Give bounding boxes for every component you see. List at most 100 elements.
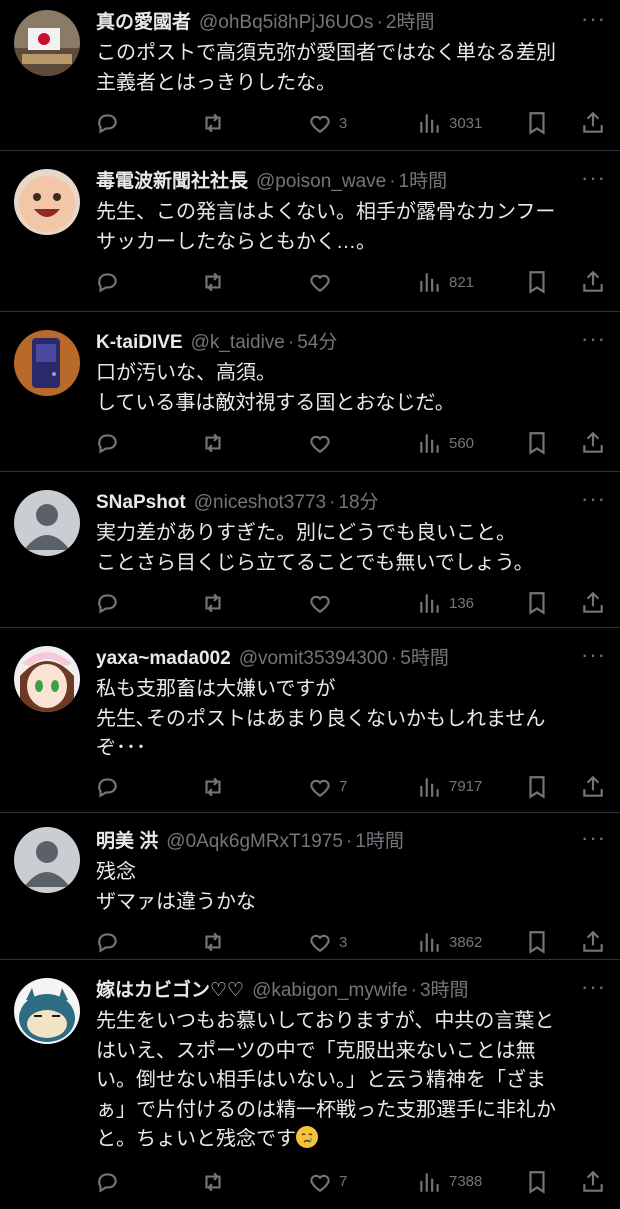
- more-options-icon[interactable]: ···: [581, 825, 606, 851]
- view-count: 3862: [449, 933, 483, 951]
- repost-button[interactable]: [200, 269, 226, 295]
- like-button[interactable]: 7: [307, 1169, 347, 1195]
- tweet[interactable]: 明美 洪 @0Aqk6gMRxT1975 · 1時間 ··· 残念 ザマァは違う…: [0, 813, 620, 960]
- more-options-icon[interactable]: ···: [581, 6, 606, 32]
- user-handle[interactable]: @vomit35394300: [239, 644, 388, 674]
- tweet[interactable]: K-taiDIVE @k_taidive · 54分 ··· 口が汚いな、高須。…: [0, 312, 620, 472]
- views-button[interactable]: 821: [417, 269, 474, 295]
- avatar[interactable]: [14, 827, 80, 893]
- display-name[interactable]: 明美 洪: [96, 827, 158, 857]
- views-button[interactable]: 136: [417, 590, 474, 616]
- reply-button[interactable]: [94, 774, 120, 800]
- share-button[interactable]: [580, 269, 606, 295]
- reply-icon: [98, 114, 117, 134]
- like-button[interactable]: 7: [307, 774, 347, 800]
- repost-button[interactable]: [200, 1169, 226, 1195]
- avatar[interactable]: [14, 10, 80, 76]
- more-options-icon[interactable]: ···: [581, 642, 606, 668]
- timestamp[interactable]: 2時間: [386, 8, 435, 38]
- repost-button[interactable]: [200, 110, 226, 136]
- avatar[interactable]: [14, 169, 80, 235]
- timestamp[interactable]: 5時間: [400, 644, 449, 674]
- tweet[interactable]: 毒電波新聞社社長 @poison_wave · 1時間 ··· 先生、この発言は…: [0, 151, 620, 312]
- default-avatar-icon: [14, 490, 80, 556]
- like-button[interactable]: 3: [307, 929, 347, 955]
- user-handle[interactable]: @k_taidive: [191, 328, 285, 358]
- bookmark-button[interactable]: [524, 1169, 550, 1195]
- views-button[interactable]: 7917: [417, 774, 482, 800]
- avatar[interactable]: [14, 646, 80, 712]
- user-handle[interactable]: @poison_wave: [256, 167, 386, 197]
- display-name[interactable]: 真の愛國者: [96, 8, 191, 38]
- more-options-icon[interactable]: ···: [581, 486, 606, 512]
- avatar[interactable]: [14, 490, 80, 556]
- action-bar: 3 3031: [0, 102, 604, 150]
- display-name[interactable]: 毒電波新聞社社長: [96, 167, 248, 197]
- avatar[interactable]: [14, 978, 80, 1044]
- timestamp[interactable]: 1時間: [399, 167, 448, 197]
- tweet[interactable]: 嫁はカビゴン♡♡ @kabigon_mywife · 3時間 ··· 先生をいつ…: [0, 960, 620, 1201]
- reply-button[interactable]: [94, 430, 120, 456]
- reply-icon: [98, 434, 117, 454]
- reply-button[interactable]: [94, 269, 120, 295]
- more-options-icon[interactable]: ···: [581, 974, 606, 1000]
- like-button[interactable]: 3: [307, 110, 347, 136]
- bookmark-icon: [529, 112, 545, 135]
- share-button[interactable]: [580, 1169, 606, 1195]
- share-button[interactable]: [580, 590, 606, 616]
- analytics-icon: [420, 594, 439, 613]
- timestamp[interactable]: 1時間: [355, 827, 404, 857]
- analytics-icon: [420, 434, 439, 453]
- reply-button[interactable]: [94, 929, 120, 955]
- share-button[interactable]: [580, 110, 606, 136]
- share-button[interactable]: [580, 929, 606, 955]
- views-button[interactable]: 560: [417, 430, 474, 456]
- reply-button[interactable]: [94, 1169, 120, 1195]
- display-name[interactable]: SNaPshot: [96, 488, 186, 518]
- bookmark-button[interactable]: [524, 110, 550, 136]
- reply-button[interactable]: [94, 110, 120, 136]
- like-button[interactable]: [307, 430, 339, 456]
- bookmark-button[interactable]: [524, 269, 550, 295]
- share-button[interactable]: [580, 430, 606, 456]
- repost-icon: [205, 272, 221, 292]
- display-name[interactable]: K-taiDIVE: [96, 328, 183, 358]
- repost-button[interactable]: [200, 774, 226, 800]
- bookmark-button[interactable]: [524, 590, 550, 616]
- reply-button[interactable]: [94, 590, 120, 616]
- timestamp[interactable]: 3時間: [420, 976, 469, 1006]
- reply-feed: 真の愛國者 @ohBq5i8hPjJ6UOs · 2時間 ··· このポストで高…: [0, 0, 620, 1201]
- more-options-icon[interactable]: ···: [581, 165, 606, 191]
- like-count: 7: [339, 1173, 348, 1190]
- repost-button[interactable]: [200, 929, 226, 955]
- user-handle[interactable]: @kabigon_mywife: [252, 976, 408, 1006]
- user-handle[interactable]: @0Aqk6gMRxT1975: [166, 827, 343, 857]
- share-button[interactable]: [580, 774, 606, 800]
- more-options-icon[interactable]: ···: [581, 326, 606, 352]
- analytics-icon: [420, 1172, 439, 1192]
- bookmark-button[interactable]: [524, 774, 550, 800]
- display-name[interactable]: 嫁はカビゴン♡♡: [96, 976, 244, 1006]
- bookmark-button[interactable]: [524, 430, 550, 456]
- reply-icon: [98, 273, 117, 293]
- user-handle[interactable]: @ohBq5i8hPjJ6UOs: [199, 8, 374, 38]
- views-button[interactable]: 7388: [417, 1169, 482, 1195]
- views-button[interactable]: 3031: [417, 110, 482, 136]
- like-button[interactable]: [307, 269, 339, 295]
- display-name[interactable]: yaxa~mada002: [96, 644, 231, 674]
- heart-icon: [310, 934, 330, 952]
- tweet[interactable]: 真の愛國者 @ohBq5i8hPjJ6UOs · 2時間 ··· このポストで高…: [0, 0, 620, 151]
- like-button[interactable]: [307, 590, 339, 616]
- repost-button[interactable]: [200, 590, 226, 616]
- views-button[interactable]: 3862: [417, 929, 482, 955]
- bookmark-button[interactable]: [524, 929, 550, 955]
- repost-icon: [205, 593, 221, 613]
- repost-button[interactable]: [200, 430, 226, 456]
- avatar[interactable]: [14, 330, 80, 396]
- tweet[interactable]: SNaPshot @niceshot3773 · 18分 ··· 実力差がありす…: [0, 472, 620, 628]
- share-icon: [583, 930, 603, 952]
- timestamp[interactable]: 18分: [338, 488, 378, 518]
- timestamp[interactable]: 54分: [297, 328, 337, 358]
- user-handle[interactable]: @niceshot3773: [194, 488, 326, 518]
- tweet[interactable]: yaxa~mada002 @vomit35394300 · 5時間 ··· 私も…: [0, 628, 620, 813]
